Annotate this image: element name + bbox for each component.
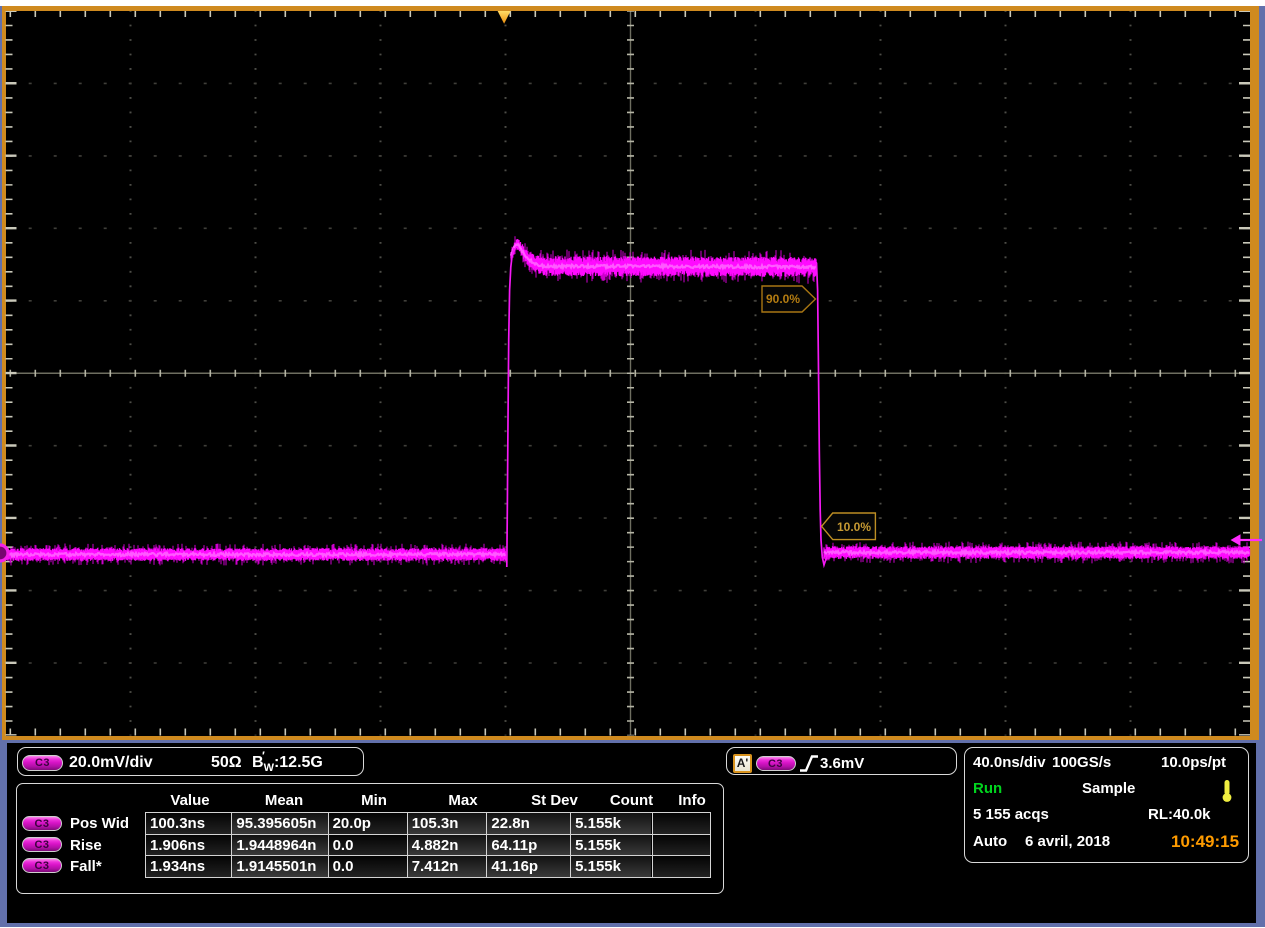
svg-text:90.0%: 90.0% (766, 292, 800, 306)
svg-text:10.0%: 10.0% (837, 520, 871, 534)
